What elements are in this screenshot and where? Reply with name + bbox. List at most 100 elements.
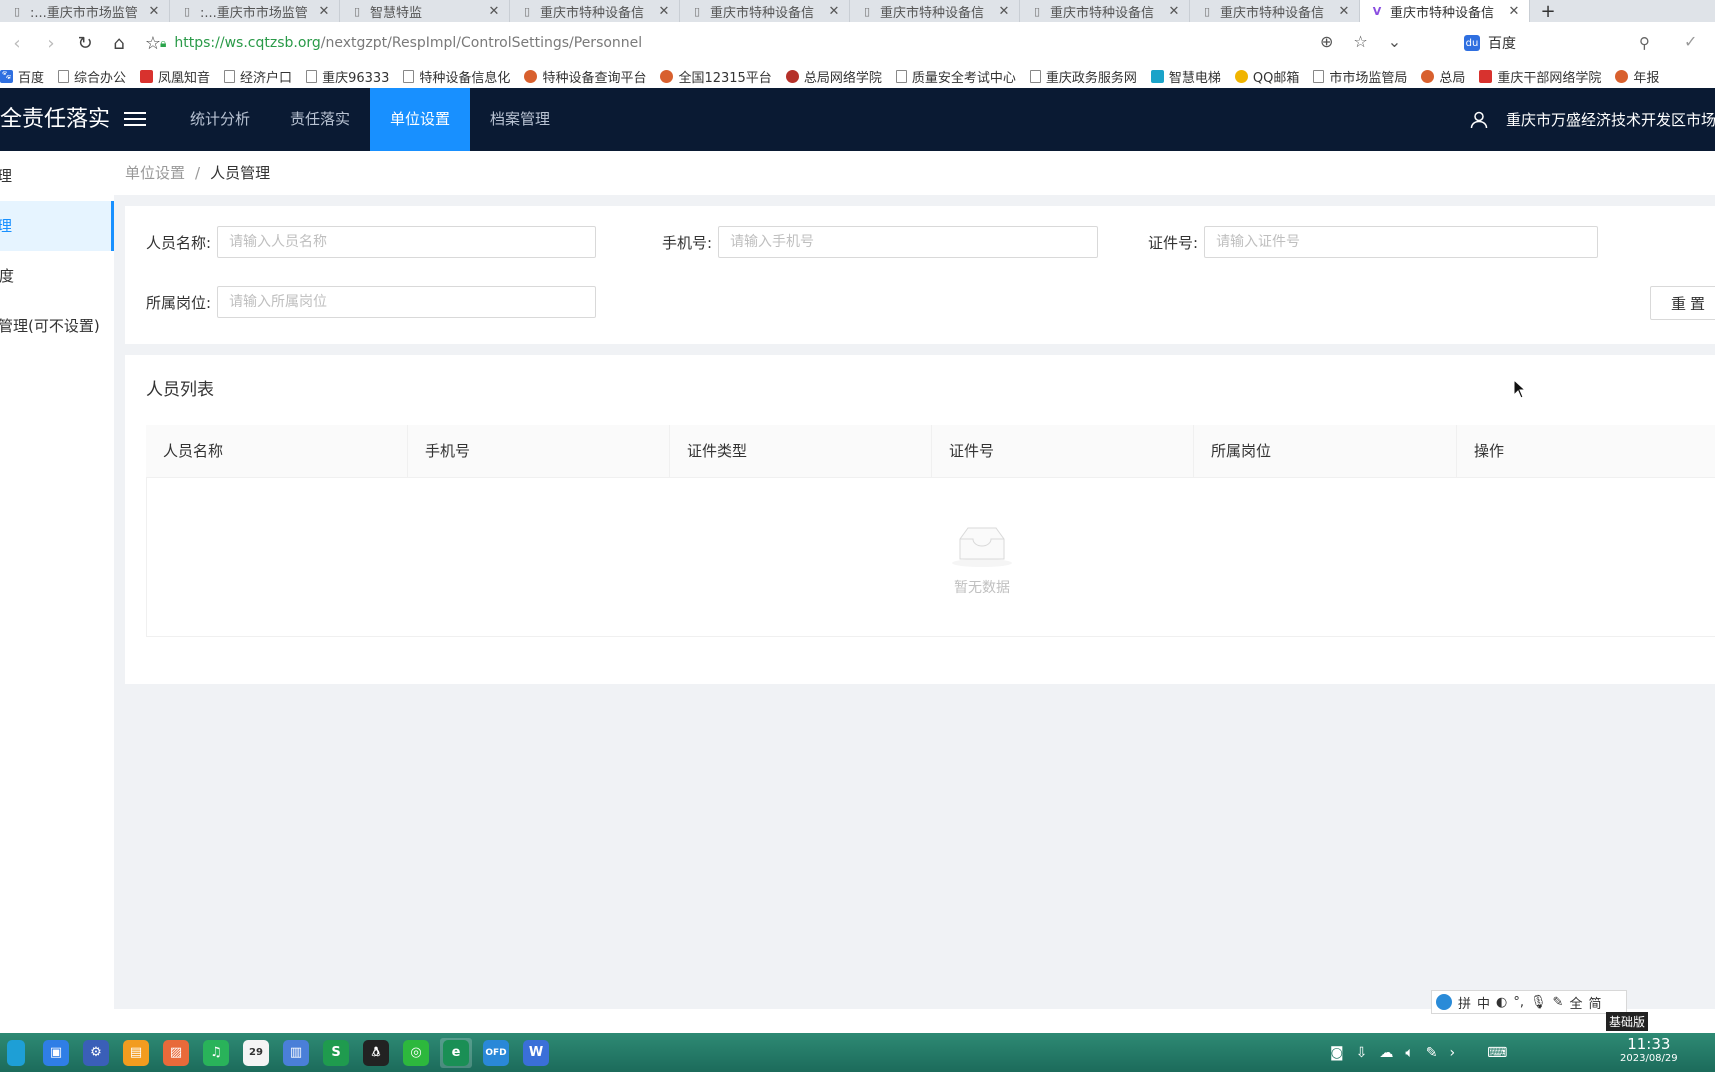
bookmark-item[interactable]: 质量安全考试中心 (895, 67, 1016, 86)
taskbar-settings-icon[interactable]: ⚙ (80, 1038, 112, 1068)
taskbar-app-store[interactable]: ▣ (40, 1038, 72, 1068)
column-header: 手机号 (408, 425, 670, 477)
moon-icon[interactable]: ◐ (1496, 995, 1507, 1010)
taskbar-wechat-icon[interactable]: ◎ (400, 1038, 432, 1068)
bookmark-item[interactable]: 特种设备查询平台 (524, 67, 646, 86)
post-input[interactable] (217, 286, 597, 318)
close-icon[interactable]: ✕ (1337, 4, 1351, 19)
ime-pinyin[interactable]: 拼 (1458, 993, 1471, 1012)
sidebar-item-post[interactable]: 岗位管理(可不设置) (0, 301, 114, 351)
browser-tab-active[interactable]: V 重庆市特种设备信 ✕ (1360, 0, 1530, 22)
browser-tab[interactable]: ▯ 重庆市特种设备信 ✕ (510, 0, 680, 22)
close-icon[interactable]: ✕ (147, 4, 161, 19)
nav-item-statistics[interactable]: 统计分析 (170, 88, 270, 151)
bookmark-item[interactable]: 经济户口 (224, 67, 292, 86)
start-button[interactable] (0, 1038, 32, 1068)
bookmark-item[interactable]: 智慧电梯 (1150, 67, 1221, 86)
browser-tab[interactable]: ▯ 重庆市特种设备信 ✕ (1190, 0, 1360, 22)
search-icon[interactable]: ⚲ (1639, 34, 1650, 52)
keyboard-icon[interactable]: ⌨ (1487, 1045, 1507, 1061)
taskbar-calendar-icon[interactable]: 29 (240, 1038, 272, 1068)
taskbar-browser-icon[interactable]: e (440, 1037, 472, 1068)
taskbar-music-icon[interactable]: ♫ (200, 1038, 232, 1068)
bookmark-item[interactable]: 总局 (1421, 67, 1465, 86)
bookmark-item[interactable]: 特种设备信息化 (403, 67, 510, 86)
camera-icon[interactable]: ◙ (1330, 1045, 1344, 1061)
microphone-icon[interactable]: 🎙︎ (1530, 995, 1547, 1010)
search-engine-box[interactable]: du 百度 ⚲ (1464, 28, 1674, 58)
ime-simplified[interactable]: 简 (1588, 993, 1601, 1012)
bookmark-item[interactable]: 重庆96333 (306, 67, 389, 86)
nav-item-unit-settings[interactable]: 单位设置 (370, 88, 471, 151)
table-header: 人员名称 手机号 证件类型 证件号 所属岗位 操作 (146, 425, 1715, 478)
browser-tab[interactable]: ▯ 重庆市特种设备信 ✕ (1020, 0, 1190, 22)
browser-tab[interactable]: ▯ 重庆市特种设备信 ✕ (680, 0, 850, 22)
browser-tab[interactable]: ▯:...重庆市市场监管 ✕ (0, 0, 170, 22)
home-icon[interactable]: ⌂ (102, 26, 136, 60)
url-host: https://ws.cqtzsb.org (174, 35, 321, 51)
browser-tab-bar: ▯:...重庆市市场监管 ✕ ▯:...重庆市市场监管 ✕ ▯ 智慧特监 ✕ ▯ 重庆市特… (0, 0, 1715, 23)
close-icon[interactable]: ✕ (487, 4, 501, 19)
taskbar-wps-icon[interactable]: W (520, 1038, 552, 1068)
name-input[interactable] (217, 226, 597, 258)
taskbar-ofd-icon[interactable]: OFD (480, 1038, 512, 1068)
ime-fullwidth[interactable]: 全 (1569, 993, 1582, 1012)
ime-logo-icon[interactable] (1436, 994, 1452, 1010)
bookmark-item[interactable]: 重庆政务服务网 (1029, 67, 1137, 86)
close-icon[interactable]: ✕ (657, 4, 671, 19)
taskbar-sheets-icon[interactable]: S (320, 1038, 352, 1068)
punctuation-icon[interactable]: °, (1513, 995, 1524, 1010)
back-arrow-icon[interactable]: ‹ (0, 26, 34, 60)
sidebar-item-unit[interactable]: 单位管理 (0, 151, 114, 201)
chevron-right-icon[interactable]: › (1449, 1045, 1455, 1061)
new-tab-button[interactable]: + (1530, 0, 1566, 22)
bookmark-item[interactable]: 总局网络学院 (785, 67, 882, 86)
bookmark-item[interactable]: 市市场监管局 (1313, 67, 1407, 86)
bookmark-item[interactable]: QQ邮箱 (1234, 67, 1299, 86)
close-icon[interactable]: ✕ (827, 4, 841, 19)
sidebar-item-system[interactable]: 制度 (0, 251, 114, 301)
phone-input[interactable] (718, 226, 1099, 258)
breadcrumb-parent[interactable]: 单位设置 (125, 164, 185, 182)
close-icon[interactable]: ✕ (1167, 4, 1181, 19)
taskbar-qq-icon[interactable]: 🐧︎ (360, 1038, 392, 1068)
cert-input[interactable] (1204, 226, 1599, 258)
volume-icon[interactable]: 🔈︎ (1405, 1045, 1413, 1061)
browser-tab[interactable]: ▯ 重庆市特种设备信 ✕ (850, 0, 1020, 22)
system-clock[interactable]: 11:33 2023/08/29 (1620, 1035, 1678, 1064)
weather-icon[interactable]: ☁ (1379, 1045, 1393, 1061)
tab-title: 重庆市特种设备信 (540, 5, 645, 21)
pen-icon[interactable]: ✎ (1553, 995, 1564, 1010)
sidebar-item-personnel[interactable]: 人员管理 (0, 201, 114, 251)
taskbar-photos-icon[interactable]: ▨ (160, 1038, 192, 1068)
nav-item-responsibility[interactable]: 责任落实 (270, 88, 370, 151)
url-field[interactable]: 🔒︎ https://ws.cqtzsb.org/nextgzpt/RespIm… (160, 28, 1460, 58)
reload-icon[interactable]: ↻ (68, 26, 102, 60)
nav-item-archives[interactable]: 档案管理 (470, 88, 570, 151)
tab-title: 重庆市特种设备信 (710, 5, 815, 21)
bookmark-item[interactable]: 综合办公 (58, 67, 126, 86)
ime-chinese[interactable]: 中 (1477, 993, 1490, 1012)
chevron-down-icon[interactable]: ⌄ (1388, 32, 1401, 51)
favorite-star-icon[interactable]: ☆ (1353, 32, 1367, 51)
bookmark-item[interactable]: 重庆干部网络学院 (1479, 67, 1601, 86)
forward-arrow-icon[interactable]: › (34, 26, 68, 60)
pen-tray-icon[interactable]: ✎ (1426, 1045, 1438, 1061)
taskbar-docs-icon[interactable]: ▥ (280, 1038, 312, 1068)
bookmark-item[interactable]: 年报 (1615, 67, 1659, 86)
download-icon[interactable]: ⇩ (1356, 1045, 1368, 1061)
browser-tab[interactable]: ▯ 智慧特监 ✕ (340, 0, 510, 22)
close-icon[interactable]: ✕ (317, 4, 331, 19)
check-icon[interactable]: ✓ (1684, 32, 1697, 51)
taskbar-files-icon[interactable]: ▤ (120, 1038, 152, 1068)
zoom-icon[interactable]: ⊕ (1320, 32, 1333, 51)
user-menu[interactable]: 重庆市万盛经济技术开发区市场监督管理局 (1470, 88, 1715, 151)
browser-tab[interactable]: ▯:...重庆市市场监管 ✕ (170, 0, 340, 22)
menu-fold-icon[interactable] (124, 108, 146, 130)
close-icon[interactable]: ✕ (1507, 4, 1521, 19)
reset-button[interactable]: 重置 (1650, 286, 1715, 320)
bookmark-item[interactable]: 凤凰知音 (140, 67, 210, 86)
close-icon[interactable]: ✕ (997, 4, 1011, 19)
bookmark-item[interactable]: 🐾︎ 百度 (0, 67, 44, 86)
bookmark-item[interactable]: 全国12315平台 (660, 67, 772, 86)
